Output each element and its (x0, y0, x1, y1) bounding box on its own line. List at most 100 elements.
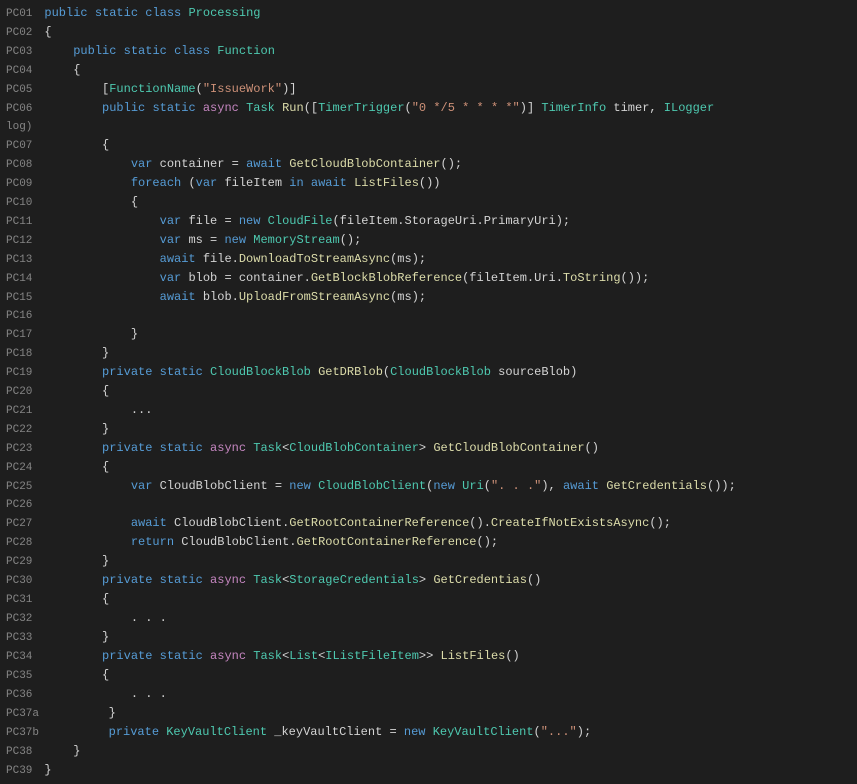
code-line: PC24 { (0, 458, 857, 477)
line-number: PC19 (0, 364, 40, 382)
line-number: PC04 (0, 62, 40, 80)
line-content: { (40, 666, 857, 684)
line-number: PC17 (0, 326, 40, 344)
code-line: PC04 { (0, 61, 857, 80)
line-content: ... (40, 401, 857, 419)
line-content: . . . (40, 685, 857, 703)
code-line: PC23 private static async Task<CloudBlob… (0, 439, 857, 458)
line-content: public static async Task Run([TimerTrigg… (40, 99, 857, 117)
code-editor: PC01public static class ProcessingPC02{P… (0, 0, 857, 784)
line-number: PC39 (0, 762, 40, 780)
code-line: PC07 { (0, 136, 857, 155)
line-number: PC24 (0, 459, 40, 477)
line-number: PC08 (0, 156, 40, 174)
line-content: private KeyVaultClient _keyVaultClient =… (47, 723, 857, 741)
line-number: PC36 (0, 686, 40, 704)
line-number: PC26 (0, 496, 40, 514)
code-line: PC37b private KeyVaultClient _keyVaultCl… (0, 723, 857, 742)
code-line: PC28 return CloudBlobClient.GetRootConta… (0, 533, 857, 552)
line-content: private static async Task<CloudBlobConta… (40, 439, 857, 457)
line-number: PC13 (0, 251, 40, 269)
line-content: } (40, 761, 857, 779)
code-line: PC02{ (0, 23, 857, 42)
code-line: PC33 } (0, 628, 857, 647)
code-line: PC29 } (0, 552, 857, 571)
code-line: PC15 await blob.UploadFromStreamAsync(ms… (0, 288, 857, 307)
code-line: PC18 } (0, 344, 857, 363)
code-line: PC25 var CloudBlobClient = new CloudBlob… (0, 477, 857, 496)
line-number: PC18 (0, 345, 40, 363)
code-line: PC13 await file.DownloadToStreamAsync(ms… (0, 250, 857, 269)
line-content: var CloudBlobClient = new CloudBlobClien… (40, 477, 857, 495)
line-number: PC02 (0, 24, 40, 42)
code-line: PC19 private static CloudBlockBlob GetDR… (0, 363, 857, 382)
line-content: } (40, 742, 857, 760)
code-line: PC37a } (0, 704, 857, 723)
line-number: PC31 (0, 591, 40, 609)
line-content: foreach (var fileItem in await ListFiles… (40, 174, 857, 192)
line-number: PC35 (0, 667, 40, 685)
line-number: PC20 (0, 383, 40, 401)
line-content: { (40, 136, 857, 154)
line-number: PC29 (0, 553, 40, 571)
line-content: { (40, 23, 857, 41)
code-line: PC36 . . . (0, 685, 857, 704)
line-content: { (40, 382, 857, 400)
code-line: PC35 { (0, 666, 857, 685)
line-content: public static class Processing (40, 4, 857, 22)
code-line: PC31 { (0, 590, 857, 609)
line-number: PC09 (0, 175, 40, 193)
code-line: PC21 ... (0, 401, 857, 420)
code-line: PC34 private static async Task<List<ILis… (0, 647, 857, 666)
code-line: PC30 private static async Task<StorageCr… (0, 571, 857, 590)
line-content: public static class Function (40, 42, 857, 60)
line-content: } (40, 344, 857, 362)
line-number: PC23 (0, 440, 40, 458)
line-number: PC11 (0, 213, 40, 231)
line-content: [FunctionName("IssueWork")] (40, 80, 857, 98)
line-number: PC22 (0, 421, 40, 439)
line-content: { (40, 458, 857, 476)
line-content: return CloudBlobClient.GetRootContainerR… (40, 533, 857, 551)
line-number: PC33 (0, 629, 40, 647)
line-content: private static CloudBlockBlob GetDRBlob(… (40, 363, 857, 381)
line-content: . . . (40, 609, 857, 627)
code-line: PC01public static class Processing (0, 4, 857, 23)
code-line: PC11 var file = new CloudFile(fileItem.S… (0, 212, 857, 231)
line-number: PC37b (0, 724, 47, 742)
line-content: var blob = container.GetBlockBlobReferen… (40, 269, 857, 287)
line-content: await file.DownloadToStreamAsync(ms); (40, 250, 857, 268)
line-number: PC16 (0, 307, 40, 325)
line-number: PC03 (0, 43, 40, 61)
line-number: PC10 (0, 194, 40, 212)
line-content: await CloudBlobClient.GetRootContainerRe… (40, 514, 857, 532)
line-number: PC34 (0, 648, 40, 666)
line-content: private static async Task<List<IListFile… (40, 647, 857, 665)
line-content: } (40, 628, 857, 646)
code-line: PC06 public static async Task Run([Timer… (0, 99, 857, 118)
line-number: PC14 (0, 270, 40, 288)
line-number: PC05 (0, 81, 40, 99)
line-content: await blob.UploadFromStreamAsync(ms); (40, 288, 857, 306)
code-line: PC38 } (0, 742, 857, 761)
line-content: { (40, 193, 857, 211)
line-content: var file = new CloudFile(fileItem.Storag… (40, 212, 857, 230)
code-line: log) (0, 118, 857, 136)
code-line: PC09 foreach (var fileItem in await List… (0, 174, 857, 193)
line-number: PC25 (0, 478, 40, 496)
line-number: PC12 (0, 232, 40, 250)
line-content: { (40, 590, 857, 608)
line-number: PC28 (0, 534, 40, 552)
code-line: PC08 var container = await GetCloudBlobC… (0, 155, 857, 174)
code-line: PC05 [FunctionName("IssueWork")] (0, 80, 857, 99)
code-line: PC12 var ms = new MemoryStream(); (0, 231, 857, 250)
line-number: PC01 (0, 5, 40, 23)
line-number: PC38 (0, 743, 40, 761)
line-number: PC27 (0, 515, 40, 533)
line-number: PC15 (0, 289, 40, 307)
code-line: PC26 (0, 496, 857, 514)
line-number: PC32 (0, 610, 40, 628)
line-number: PC30 (0, 572, 40, 590)
code-line: PC03 public static class Function (0, 42, 857, 61)
code-line: PC17 } (0, 325, 857, 344)
